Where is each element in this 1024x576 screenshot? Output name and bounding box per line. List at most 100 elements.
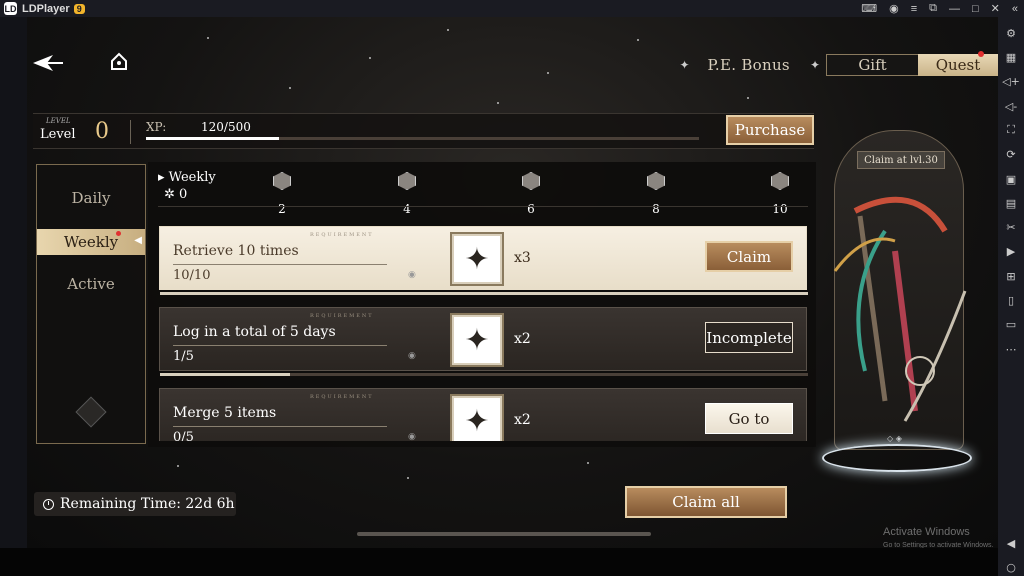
restore-icon[interactable]: ⧉ xyxy=(929,2,937,15)
more-icon[interactable]: ⋯ xyxy=(1002,341,1020,357)
quest-list-clip: REQUIREMENT Merge 5 items 0/5 ◉ ✦ x2 Go … xyxy=(148,388,816,441)
reward-multiplier: x2 xyxy=(514,331,531,347)
divider xyxy=(173,345,387,346)
circle-home-icon[interactable]: ○ xyxy=(1002,560,1020,576)
media-icon[interactable]: ▶ xyxy=(1002,244,1020,260)
xp-label: XP: xyxy=(146,120,167,134)
milestone-chest[interactable]: 4 xyxy=(387,172,427,216)
requirement-caption: REQUIREMENT xyxy=(310,394,374,400)
divider xyxy=(173,264,387,265)
apk-icon[interactable]: ▤ xyxy=(1002,195,1020,211)
level-bar: LEVEL Level 0 XP: 120/500 xyxy=(33,113,814,149)
record-icon[interactable]: ▣ xyxy=(1002,171,1020,187)
xp-progress-fill xyxy=(146,137,279,140)
home-button[interactable] xyxy=(109,51,129,71)
windows-activation-watermark: Activate Windows Go to Settings to activ… xyxy=(883,526,994,548)
emulator-left-border xyxy=(0,17,27,548)
menu-icon[interactable]: ≡ xyxy=(911,3,917,15)
folder-icon[interactable]: ▭ xyxy=(1002,317,1020,333)
xp-progress-bar xyxy=(146,137,699,140)
reward-multiplier: x3 xyxy=(514,250,531,266)
reward-multiplier: x2 xyxy=(514,412,531,428)
notification-dot xyxy=(116,231,121,236)
milestone-chest[interactable]: 8 xyxy=(636,172,676,216)
xp-value: 120/500 xyxy=(201,120,251,134)
reward-unlock-label: Claim at lvl.30 xyxy=(857,151,945,169)
quest-progress: 1/5 xyxy=(173,349,194,364)
chest-icon xyxy=(771,172,789,190)
back-icon[interactable]: ◀ xyxy=(1002,535,1020,551)
volume-down-icon[interactable]: ◁- xyxy=(1002,98,1020,114)
remaining-time-text: Remaining Time: 22d 6h xyxy=(60,496,235,512)
scythe-weapon-icon xyxy=(833,196,967,422)
user-icon[interactable]: ◉ xyxy=(889,2,899,15)
divider xyxy=(173,426,387,427)
go-to-button[interactable]: Go to xyxy=(705,403,793,434)
incomplete-button[interactable]: Incomplete xyxy=(705,322,793,353)
pager-dots: ◇ ◈ xyxy=(887,434,902,443)
reward-preview-card[interactable]: Claim at lvl.30 ◇ ◈ xyxy=(833,130,967,450)
tab-weekly[interactable]: Weekly ◀ xyxy=(37,229,145,255)
weekly-count: ✲ 0 xyxy=(164,187,188,202)
maximize-icon[interactable]: □ xyxy=(972,3,979,15)
chest-icon xyxy=(647,172,665,190)
milestone-chest[interactable]: 6 xyxy=(511,172,551,216)
milestone-chest[interactable]: 10 xyxy=(760,172,800,216)
tab-pe-bonus[interactable]: P.E. Bonus xyxy=(708,56,790,74)
tab-daily[interactable]: Daily xyxy=(37,185,145,211)
quest-category-tabs: Daily Weekly ◀ Active xyxy=(36,164,146,444)
milestone-track xyxy=(158,206,808,207)
close-icon[interactable]: ✕ xyxy=(991,2,1000,15)
ldplayer-logo-icon: LD xyxy=(4,2,17,15)
quest-item: REQUIREMENT Retrieve 10 times 10/10 ◉ ✦ … xyxy=(159,226,808,295)
level-caption: LEVEL xyxy=(46,117,71,125)
gamepad-icon[interactable]: ⌨ xyxy=(861,2,877,15)
quest-item: REQUIREMENT Log in a total of 5 days 1/5… xyxy=(159,307,808,376)
divider xyxy=(130,120,131,144)
shake-icon[interactable]: ▯ xyxy=(1002,292,1020,308)
quest-progress-bar xyxy=(160,373,808,376)
quest-panel: ▸ Weekly ✲ 0 2 4 6 8 10 REQUIREMENT Retr… xyxy=(148,162,816,447)
requirement-caption: REQUIREMENT xyxy=(310,313,374,319)
claim-all-button[interactable]: Claim all xyxy=(625,486,787,518)
notification-dot xyxy=(978,51,984,57)
app-name: LDPlayer xyxy=(22,2,70,15)
milestone-chest[interactable]: 2 xyxy=(262,172,302,216)
back-arrow-icon xyxy=(33,55,63,71)
quest-title: Log in a total of 5 days xyxy=(173,324,336,340)
star-reward-icon: ✦ xyxy=(452,315,502,365)
purchase-button[interactable]: Purchase xyxy=(726,115,814,145)
collapse-icon[interactable]: « xyxy=(1012,3,1018,15)
gesture-bar[interactable] xyxy=(357,532,651,536)
sparkle-icon: ✦ xyxy=(809,58,820,72)
top-tabs: ✦ P.E. Bonus ✦ Gift Quest xyxy=(679,51,998,77)
pedestal-glow xyxy=(822,444,972,472)
tab-active[interactable]: Active xyxy=(37,271,145,297)
clock-icon xyxy=(43,498,54,510)
tab-quest-label: Quest xyxy=(935,56,981,74)
quest-progress-fill xyxy=(160,373,290,376)
star-reward-icon: ✦ xyxy=(452,234,502,284)
tab-gift[interactable]: Gift xyxy=(826,54,918,76)
screenshot-icon[interactable]: ⛶ xyxy=(1002,122,1020,138)
quest-item: REQUIREMENT Merge 5 items 0/5 ◉ ✦ x2 Go … xyxy=(159,388,807,441)
level-value: 0 xyxy=(95,119,109,144)
back-button[interactable] xyxy=(31,53,63,71)
sync-icon[interactable]: ⟳ xyxy=(1002,147,1020,163)
quest-progress: 0/5 xyxy=(173,430,194,441)
minimize-icon[interactable]: — xyxy=(949,3,960,15)
requirement-caption: REQUIREMENT xyxy=(310,232,374,238)
chest-icon xyxy=(398,172,416,190)
scale-icon[interactable]: ⊞ xyxy=(1002,268,1020,284)
home-icon xyxy=(111,52,127,70)
tab-quest[interactable]: Quest xyxy=(918,51,998,76)
quest-progress-fill xyxy=(160,292,808,295)
settings-icon[interactable]: ⚙ xyxy=(1002,25,1020,41)
remaining-time: Remaining Time: 22d 6h xyxy=(34,492,236,516)
quest-progress: 10/10 xyxy=(173,268,211,283)
keyboard-icon[interactable]: ▦ xyxy=(1002,49,1020,65)
scissors-icon[interactable]: ✂ xyxy=(1002,220,1020,236)
volume-up-icon[interactable]: ◁+ xyxy=(1002,74,1020,90)
eye-icon: ◉ xyxy=(408,432,416,441)
claim-button[interactable]: Claim xyxy=(705,241,793,272)
